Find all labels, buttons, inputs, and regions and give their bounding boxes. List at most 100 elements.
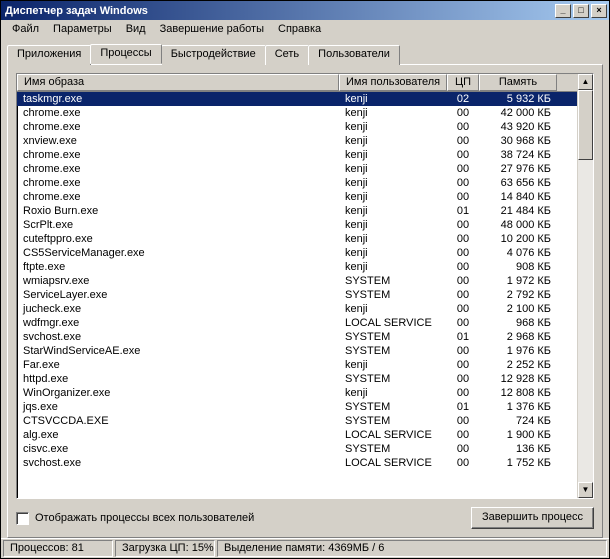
- status-mem: Выделение памяти: 4369МБ / 6: [217, 540, 607, 557]
- cell-cpu: 00: [447, 316, 479, 330]
- cell-user: SYSTEM: [339, 288, 447, 302]
- col-cpu[interactable]: ЦП: [447, 74, 479, 91]
- tab-networking[interactable]: Сеть: [265, 45, 309, 65]
- tab-performance[interactable]: Быстродействие: [161, 45, 266, 65]
- cell-image-name: Roxio Burn.exe: [17, 204, 339, 218]
- cell-image-name: xnview.exe: [17, 134, 339, 148]
- tab-users[interactable]: Пользователи: [308, 45, 400, 65]
- process-row[interactable]: chrome.exekenji0042 000 КБ: [17, 106, 577, 120]
- cell-user: kenji: [339, 148, 447, 162]
- menu-shutdown[interactable]: Завершение работы: [153, 22, 271, 36]
- cell-user: kenji: [339, 106, 447, 120]
- cell-user: kenji: [339, 92, 447, 106]
- cell-user: kenji: [339, 134, 447, 148]
- scroll-thumb[interactable]: [578, 90, 593, 160]
- process-row[interactable]: svchost.exeLOCAL SERVICE001 752 КБ: [17, 456, 577, 470]
- cell-cpu: 00: [447, 358, 479, 372]
- cell-cpu: 02: [447, 92, 479, 106]
- col-memory[interactable]: Память: [479, 74, 557, 91]
- cell-memory: 21 484 КБ: [479, 204, 557, 218]
- cell-memory: 63 656 КБ: [479, 176, 557, 190]
- menu-help[interactable]: Справка: [271, 22, 328, 36]
- listview-body[interactable]: taskmgr.exekenji025 932 КБchrome.exekenj…: [17, 92, 577, 498]
- process-row[interactable]: jqs.exeSYSTEM011 376 КБ: [17, 400, 577, 414]
- process-row[interactable]: wmiapsrv.exeSYSTEM001 972 КБ: [17, 274, 577, 288]
- vertical-scrollbar[interactable]: ▲ ▼: [577, 74, 593, 498]
- listview-header: Имя образа Имя пользователя ЦП Память: [17, 74, 577, 92]
- cell-cpu: 00: [447, 176, 479, 190]
- minimize-button[interactable]: _: [555, 4, 571, 18]
- scroll-down-button[interactable]: ▼: [578, 482, 593, 498]
- cell-user: kenji: [339, 232, 447, 246]
- cell-image-name: wdfmgr.exe: [17, 316, 339, 330]
- cell-image-name: ScrPlt.exe: [17, 218, 339, 232]
- process-row[interactable]: chrome.exekenji0027 976 КБ: [17, 162, 577, 176]
- cell-image-name: WinOrganizer.exe: [17, 386, 339, 400]
- cell-image-name: wmiapsrv.exe: [17, 274, 339, 288]
- scroll-track[interactable]: [578, 90, 593, 482]
- cell-memory: 27 976 КБ: [479, 162, 557, 176]
- process-row[interactable]: Roxio Burn.exekenji0121 484 КБ: [17, 204, 577, 218]
- col-user-name[interactable]: Имя пользователя: [339, 74, 447, 91]
- process-row[interactable]: chrome.exekenji0063 656 КБ: [17, 176, 577, 190]
- scroll-up-button[interactable]: ▲: [578, 74, 593, 90]
- tab-processes[interactable]: Процессы: [90, 44, 161, 64]
- process-row[interactable]: chrome.exekenji0014 840 КБ: [17, 190, 577, 204]
- process-row[interactable]: CS5ServiceManager.exekenji004 076 КБ: [17, 246, 577, 260]
- cell-cpu: 00: [447, 106, 479, 120]
- titlebar[interactable]: Диспетчер задач Windows _ □ ×: [1, 1, 609, 20]
- process-row[interactable]: ServiceLayer.exeSYSTEM002 792 КБ: [17, 288, 577, 302]
- cell-user: SYSTEM: [339, 372, 447, 386]
- menu-options[interactable]: Параметры: [46, 22, 119, 36]
- cell-cpu: 00: [447, 414, 479, 428]
- cell-cpu: 00: [447, 162, 479, 176]
- cell-memory: 136 КБ: [479, 442, 557, 456]
- process-row[interactable]: taskmgr.exekenji025 932 КБ: [17, 92, 577, 106]
- maximize-button[interactable]: □: [573, 4, 589, 18]
- process-row[interactable]: chrome.exekenji0043 920 КБ: [17, 120, 577, 134]
- show-all-users-option[interactable]: Отображать процессы всех пользователей: [16, 512, 254, 525]
- cell-image-name: cuteftppro.exe: [17, 232, 339, 246]
- cell-image-name: httpd.exe: [17, 372, 339, 386]
- process-row[interactable]: jucheck.exekenji002 100 КБ: [17, 302, 577, 316]
- cell-cpu: 00: [447, 386, 479, 400]
- cell-image-name: ftpte.exe: [17, 260, 339, 274]
- cell-user: SYSTEM: [339, 344, 447, 358]
- close-button[interactable]: ×: [591, 4, 607, 18]
- menu-file[interactable]: Файл: [5, 22, 46, 36]
- menu-view[interactable]: Вид: [119, 22, 153, 36]
- cell-user: kenji: [339, 176, 447, 190]
- cell-cpu: 00: [447, 134, 479, 148]
- end-process-button[interactable]: Завершить процесс: [471, 507, 594, 529]
- process-row[interactable]: ScrPlt.exekenji0048 000 КБ: [17, 218, 577, 232]
- cell-cpu: 01: [447, 204, 479, 218]
- cell-user: kenji: [339, 302, 447, 316]
- process-row[interactable]: chrome.exekenji0038 724 КБ: [17, 148, 577, 162]
- cell-image-name: chrome.exe: [17, 162, 339, 176]
- process-row[interactable]: WinOrganizer.exekenji0012 808 КБ: [17, 386, 577, 400]
- cell-memory: 5 932 КБ: [479, 92, 557, 106]
- process-row[interactable]: ftpte.exekenji00908 КБ: [17, 260, 577, 274]
- show-all-users-checkbox[interactable]: [16, 512, 29, 525]
- process-listview: Имя образа Имя пользователя ЦП Память ta…: [16, 73, 594, 499]
- cell-memory: 43 920 КБ: [479, 120, 557, 134]
- process-row[interactable]: cuteftppro.exekenji0010 200 КБ: [17, 232, 577, 246]
- cell-user: LOCAL SERVICE: [339, 456, 447, 470]
- process-row[interactable]: httpd.exeSYSTEM0012 928 КБ: [17, 372, 577, 386]
- tabstrip: Приложения Процессы Быстродействие Сеть …: [7, 44, 603, 64]
- cell-memory: 30 968 КБ: [479, 134, 557, 148]
- process-row[interactable]: alg.exeLOCAL SERVICE001 900 КБ: [17, 428, 577, 442]
- col-image-name[interactable]: Имя образа: [17, 74, 339, 91]
- process-row[interactable]: CTSVCCDA.EXESYSTEM00724 КБ: [17, 414, 577, 428]
- cell-user: kenji: [339, 358, 447, 372]
- cell-image-name: taskmgr.exe: [17, 92, 339, 106]
- process-row[interactable]: StarWindServiceAE.exeSYSTEM001 976 КБ: [17, 344, 577, 358]
- process-row[interactable]: svchost.exeSYSTEM012 968 КБ: [17, 330, 577, 344]
- process-row[interactable]: Far.exekenji002 252 КБ: [17, 358, 577, 372]
- process-row[interactable]: xnview.exekenji0030 968 КБ: [17, 134, 577, 148]
- cell-user: SYSTEM: [339, 414, 447, 428]
- process-row[interactable]: cisvc.exeSYSTEM00136 КБ: [17, 442, 577, 456]
- cell-memory: 1 976 КБ: [479, 344, 557, 358]
- process-row[interactable]: wdfmgr.exeLOCAL SERVICE00968 КБ: [17, 316, 577, 330]
- tab-applications[interactable]: Приложения: [7, 45, 91, 65]
